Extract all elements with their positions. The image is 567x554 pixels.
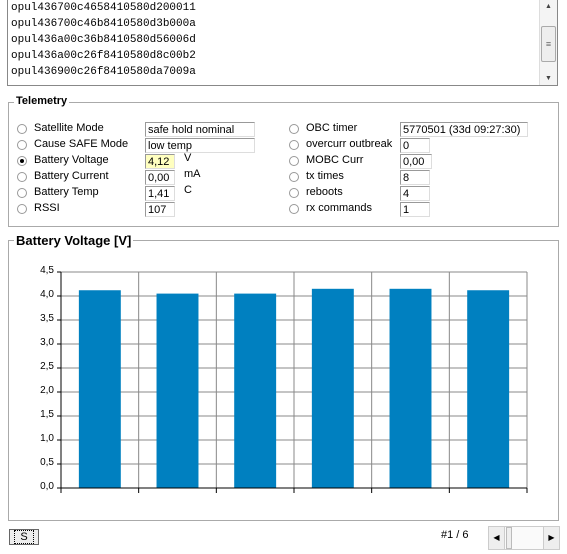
- y-tick-label: 2,5: [40, 361, 54, 372]
- y-tick-label: 1,0: [40, 433, 54, 444]
- y-tick-label: 0,0: [40, 481, 54, 492]
- y-tick-label: 1,5: [40, 409, 54, 420]
- y-tick-label: 0,5: [40, 457, 54, 468]
- scroll-left-icon[interactable]: ◀: [489, 527, 505, 549]
- scroll-right-icon[interactable]: ▶: [543, 527, 559, 549]
- bar-3: [311, 288, 354, 488]
- y-tick-label: 4,5: [40, 265, 54, 276]
- bar-2: [234, 293, 277, 488]
- bar-4: [389, 288, 432, 488]
- y-tick-label: 2,0: [40, 385, 54, 396]
- record-scrollbar[interactable]: ◀ ▶: [488, 526, 560, 550]
- scroll-thumb[interactable]: [506, 527, 512, 549]
- y-tick-label: 3,5: [40, 313, 54, 324]
- y-tick-label: 3,0: [40, 337, 54, 348]
- y-tick-label: 4,0: [40, 289, 54, 300]
- page-indicator: #1 / 6: [441, 529, 469, 541]
- s-button[interactable]: S: [9, 529, 39, 545]
- bar-chart: [57, 271, 528, 493]
- bar-1: [156, 293, 199, 488]
- bar-5: [467, 290, 510, 488]
- bar-0: [78, 290, 121, 488]
- s-button-label: S: [14, 530, 34, 544]
